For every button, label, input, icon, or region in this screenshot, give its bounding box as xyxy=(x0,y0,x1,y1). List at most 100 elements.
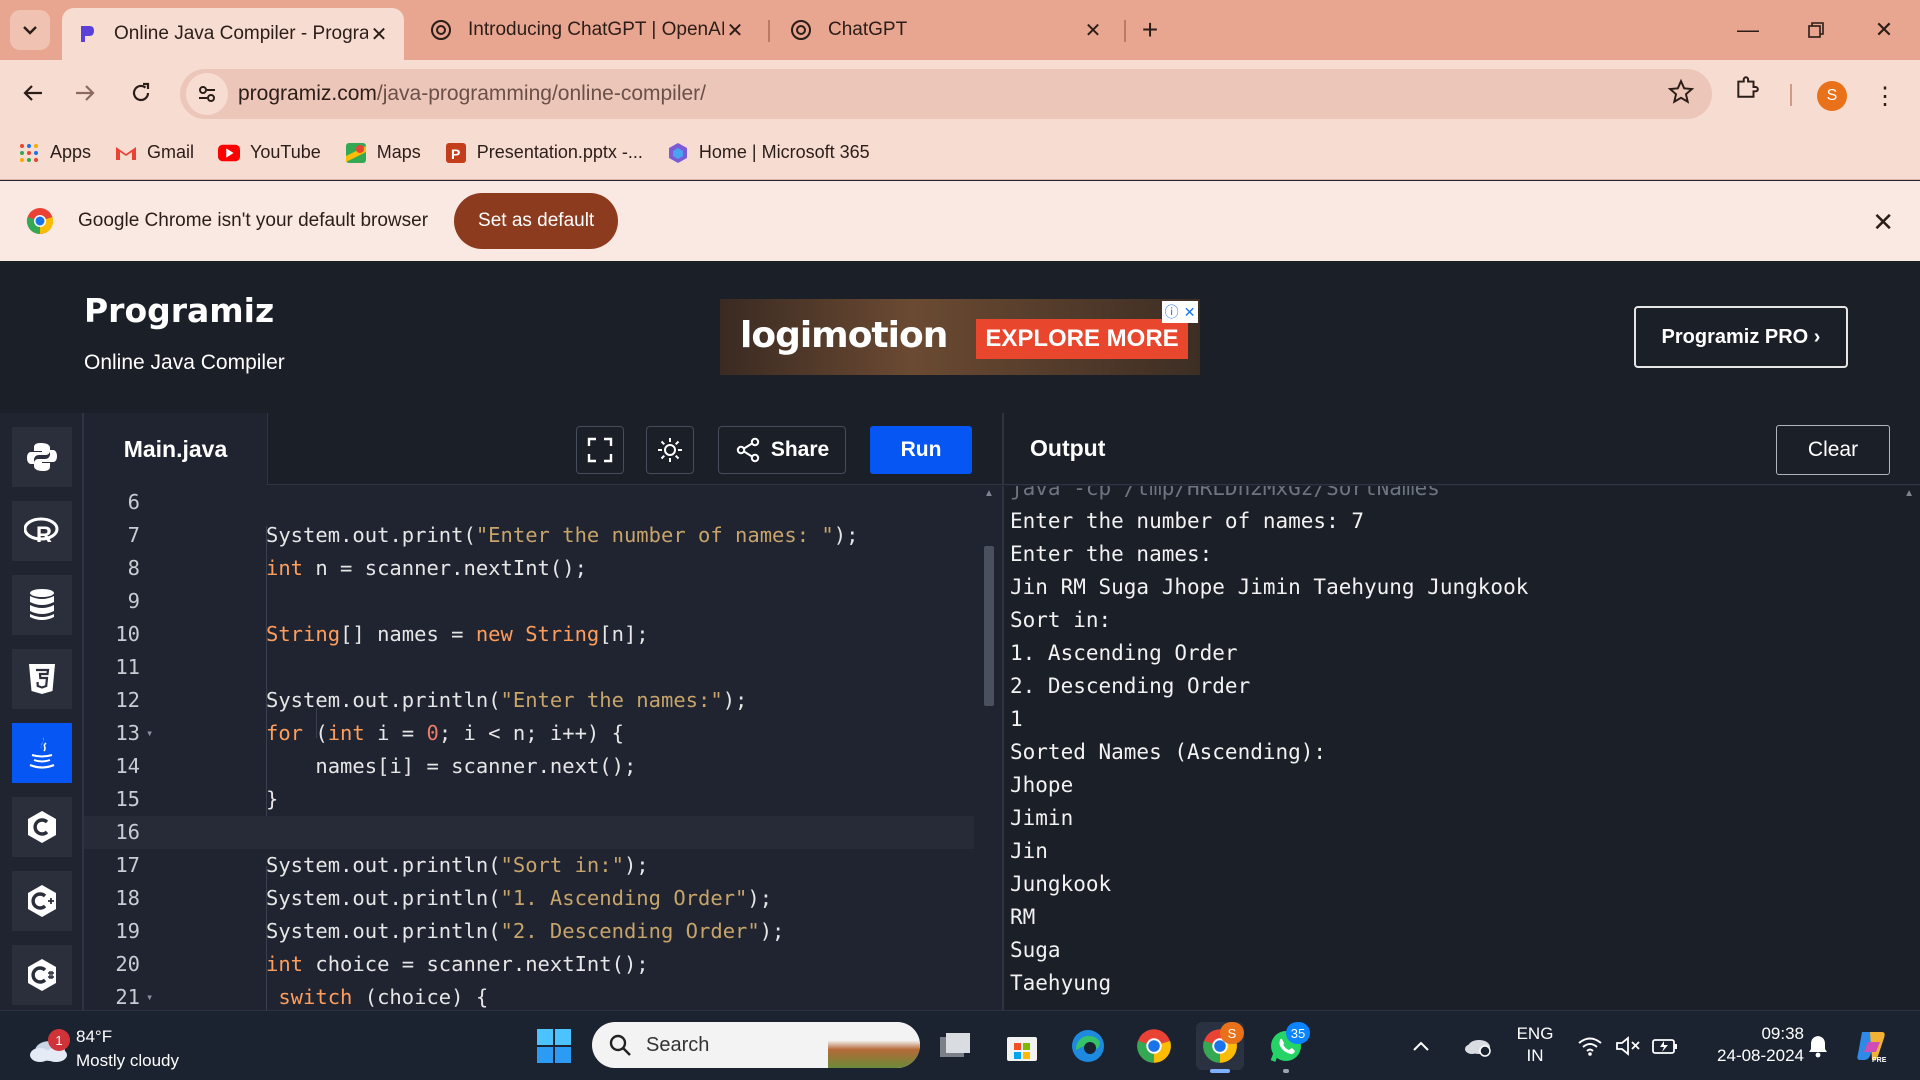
clock[interactable]: 09:38 24-08-2024 xyxy=(1696,1023,1804,1067)
language-python[interactable] xyxy=(12,427,72,487)
chevron-up-icon xyxy=(1413,1041,1429,1051)
language-r[interactable]: R xyxy=(12,501,72,561)
code-line: 18 System.out.println("1. Ascending Orde… xyxy=(84,882,974,915)
code-editor[interactable]: 6 7 System.out.print("Enter the number o… xyxy=(84,486,1002,1010)
scroll-up-icon[interactable]: ▲ xyxy=(984,488,994,499)
copilot-button[interactable]: PRE xyxy=(1848,1022,1896,1070)
taskbar-edge[interactable] xyxy=(1064,1022,1112,1070)
battery-status[interactable] xyxy=(1644,1022,1686,1070)
site-info-button[interactable] xyxy=(186,73,228,115)
restore-icon xyxy=(1808,22,1824,38)
advertisement-banner[interactable]: logimotion EXPLORE MORE ⓘ ✕ xyxy=(720,299,1200,375)
youtube-icon xyxy=(218,142,241,164)
browser-tab-active[interactable]: Online Java Compiler - Program ✕ xyxy=(62,8,404,60)
notifications-button[interactable] xyxy=(1800,1022,1836,1070)
taskbar-task-view[interactable] xyxy=(932,1022,980,1070)
taskbar-chrome[interactable] xyxy=(1130,1022,1178,1070)
programiz-pro-button[interactable]: Programiz PRO › xyxy=(1634,306,1848,368)
address-bar[interactable]: programiz.com/java-programming/online-co… xyxy=(180,69,1712,119)
restore-button[interactable] xyxy=(1786,8,1846,52)
taskbar-search[interactable]: Search xyxy=(592,1022,920,1068)
editor-scrollbar[interactable] xyxy=(984,546,994,706)
bookmark-star-button[interactable] xyxy=(1667,78,1695,110)
input-language-indicator[interactable]: ENG IN xyxy=(1510,1023,1560,1067)
code-line: 12 System.out.println("Enter the names:"… xyxy=(84,684,974,717)
output-line: Sort in: xyxy=(1010,608,1112,632)
scroll-up-icon[interactable]: ▲ xyxy=(1904,488,1914,499)
arrow-left-icon xyxy=(23,85,42,101)
plus-icon: + xyxy=(1141,14,1159,45)
line-number: 21 xyxy=(115,985,140,1009)
bookmark-youtube[interactable]: YouTube xyxy=(218,142,321,164)
bookmark-apps[interactable]: Apps xyxy=(18,142,91,164)
ad-cta-button[interactable]: EXPLORE MORE xyxy=(976,319,1188,359)
cpp-icon xyxy=(28,885,56,917)
taskbar-whatsapp[interactable]: 35 xyxy=(1262,1022,1310,1073)
show-hidden-icons-button[interactable] xyxy=(1406,1022,1436,1070)
set-as-default-button[interactable]: Set as default xyxy=(454,193,619,249)
programiz-logo[interactable]: Programiz xyxy=(84,291,274,330)
volume-status[interactable] xyxy=(1608,1022,1648,1070)
bookmarks-bar: Apps Gmail YouTube Maps P Presentation.p… xyxy=(0,126,1920,180)
fold-arrow-icon[interactable]: ▾ xyxy=(146,717,153,750)
code-line: 7 System.out.print("Enter the number of … xyxy=(84,519,974,552)
line-number: 10 xyxy=(115,622,140,646)
bookmark-presentation[interactable]: P Presentation.pptx -... xyxy=(445,142,643,164)
weather-widget[interactable]: 1 84°F Mostly cloudy xyxy=(22,1021,222,1071)
fullscreen-icon xyxy=(587,437,613,463)
bookmark-gmail[interactable]: Gmail xyxy=(115,142,194,164)
file-tab[interactable]: Main.java xyxy=(84,413,268,485)
search-icon xyxy=(609,1034,631,1056)
wifi-status[interactable] xyxy=(1570,1022,1610,1070)
code-text: System.out.println("Enter the names:"); xyxy=(266,688,748,712)
more-menu-button[interactable]: ⋮ xyxy=(1870,78,1900,114)
browser-tab[interactable]: ChatGPT ✕ xyxy=(776,8,1118,52)
browser-tab[interactable]: Introducing ChatGPT | OpenAI ✕ xyxy=(416,8,760,52)
start-button[interactable] xyxy=(530,1022,578,1070)
share-button[interactable]: Share xyxy=(718,426,846,474)
language-java[interactable] xyxy=(12,723,72,783)
code-text: int choice = scanner.nextInt(); xyxy=(266,952,649,976)
minimize-button[interactable]: — xyxy=(1718,8,1778,52)
run-button[interactable]: Run xyxy=(870,426,972,474)
clear-button[interactable]: Clear xyxy=(1776,425,1890,475)
info-icon: ⓘ xyxy=(1164,304,1179,320)
onedrive-status[interactable] xyxy=(1454,1022,1502,1070)
language-cpp[interactable] xyxy=(12,871,72,931)
fullscreen-button[interactable] xyxy=(576,426,624,474)
output-console[interactable]: java -cp /tmp/HRLDh2MxGz/SortNames Enter… xyxy=(1002,486,1920,1010)
bookmark-label: Gmail xyxy=(147,142,195,162)
close-icon[interactable]: ✕ xyxy=(724,19,746,42)
profile-badge: S xyxy=(1220,1022,1244,1044)
close-icon[interactable]: ✕ xyxy=(1872,207,1894,238)
bookmark-microsoft365[interactable]: Home | Microsoft 365 xyxy=(667,142,870,164)
close-icon[interactable]: ✕ xyxy=(368,23,390,46)
csharp-icon xyxy=(28,959,56,991)
ad-choices[interactable]: ⓘ ✕ xyxy=(1162,301,1198,323)
taskbar-store[interactable] xyxy=(998,1022,1046,1070)
language-c[interactable] xyxy=(12,797,72,857)
taskbar-chrome-profile[interactable]: S xyxy=(1196,1022,1244,1073)
windows-logo-icon xyxy=(537,1029,571,1063)
r-language-icon: R xyxy=(24,517,59,546)
tab-search-button[interactable] xyxy=(10,10,50,50)
back-button[interactable] xyxy=(12,72,54,114)
new-tab-button[interactable]: + xyxy=(1134,14,1166,46)
close-window-button[interactable]: ✕ xyxy=(1854,8,1914,52)
language-sql[interactable] xyxy=(12,575,72,635)
language-csharp[interactable] xyxy=(12,945,72,1005)
bookmark-maps[interactable]: Maps xyxy=(345,142,421,164)
extensions-button[interactable] xyxy=(1734,74,1760,105)
reload-button[interactable] xyxy=(120,72,162,114)
line-number: 7 xyxy=(127,523,140,547)
browser-toolbar: programiz.com/java-programming/online-co… xyxy=(0,60,1920,126)
c-language-icon xyxy=(28,811,56,843)
close-icon[interactable]: ✕ xyxy=(1082,19,1104,42)
profile-avatar[interactable]: S xyxy=(1817,81,1847,111)
forward-button[interactable] xyxy=(64,72,106,114)
language-html[interactable] xyxy=(12,649,72,709)
theme-toggle-button[interactable] xyxy=(646,426,694,474)
page-title: Online Java Compiler xyxy=(84,351,285,374)
url-host: programiz.com xyxy=(238,82,377,105)
fold-arrow-icon[interactable]: ▾ xyxy=(146,981,153,1010)
